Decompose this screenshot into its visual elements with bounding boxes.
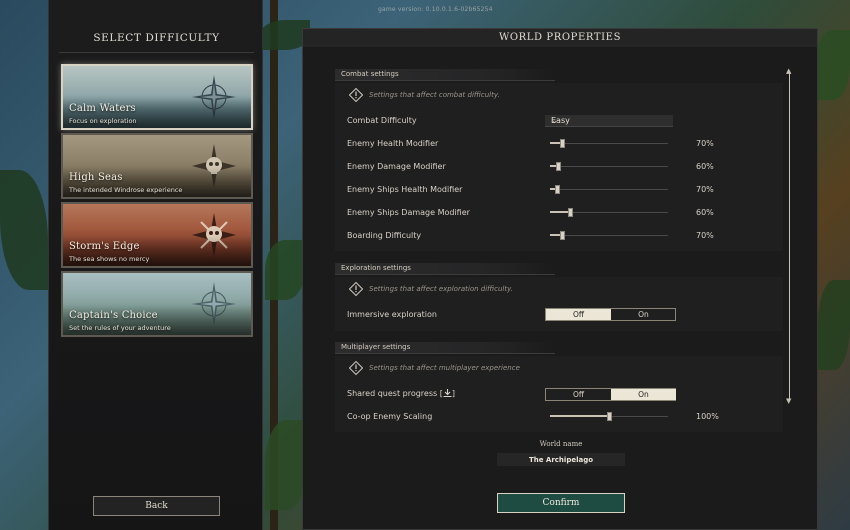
slider-thumb[interactable]	[568, 208, 573, 217]
back-button[interactable]: Back	[93, 496, 220, 516]
title-divider	[59, 52, 254, 53]
slider-thumb[interactable]	[560, 139, 565, 148]
combat-difficulty-label: Combat Difficulty	[347, 116, 417, 125]
slider-label: Enemy Health Modifier	[347, 139, 439, 148]
slider-value: 70%	[696, 185, 714, 194]
shared-quest-label: Shared quest progress [ ]	[347, 389, 455, 398]
section-header-exploration: Exploration settings	[335, 263, 555, 275]
difficulty-card-captains-choice[interactable]: Captain's Choice Set the rules of your a…	[61, 271, 253, 337]
difficulty-panel: SELECT DIFFICULTY Calm Waters Focus on e…	[48, 0, 263, 530]
modifier-slider[interactable]	[550, 185, 668, 195]
slider-thumb[interactable]	[555, 185, 560, 194]
coop-scaling-value: 100%	[696, 412, 719, 421]
card-subtitle: Set the rules of your adventure	[69, 324, 171, 332]
label-suffix: ]	[451, 389, 455, 398]
card-subtitle: The intended Windrose experience	[69, 186, 183, 194]
slider-value: 70%	[696, 139, 714, 148]
note-text: Settings that affect multiplayer experie…	[369, 364, 520, 372]
settings-list: Combat settings Settings that affect com…	[335, 69, 783, 459]
label-text: Shared quest progress [	[347, 389, 443, 398]
slider-track	[550, 143, 668, 144]
slider-fill	[550, 415, 609, 417]
shared-quest-toggle[interactable]: Off On	[545, 388, 676, 401]
card-title: High Seas	[69, 172, 123, 183]
immersive-exploration-label: Immersive exploration	[347, 310, 437, 319]
card-title: Calm Waters	[69, 103, 136, 114]
slider-label: Enemy Damage Modifier	[347, 162, 446, 171]
slider-track	[550, 166, 668, 167]
warning-icon	[349, 282, 363, 296]
note-text: Settings that affect combat difficulty.	[369, 91, 500, 99]
card-subtitle: The sea shows no mercy	[69, 255, 150, 263]
slider-track	[550, 235, 668, 236]
card-title: Captain's Choice	[69, 310, 158, 321]
modifier-slider[interactable]	[550, 162, 668, 172]
slider-thumb[interactable]	[607, 412, 612, 421]
section-title: Multiplayer settings	[341, 343, 411, 351]
scroll-down-icon[interactable]: ▼	[786, 397, 791, 405]
scrollbar-track[interactable]	[789, 73, 790, 399]
slider-track	[550, 189, 668, 190]
scroll-up-icon[interactable]: ▲	[786, 67, 791, 75]
share-download-icon	[443, 389, 452, 397]
game-version-text: game version: 0.10.0.1.6-02b65254	[378, 6, 493, 13]
section-header-combat: Combat settings	[335, 69, 555, 81]
modifier-slider[interactable]	[550, 231, 668, 241]
slider-value: 70%	[696, 231, 714, 240]
difficulty-panel-title: SELECT DIFFICULTY	[93, 32, 220, 44]
note-text: Settings that affect exploration difficu…	[369, 285, 513, 293]
coop-scaling-label: Co-op Enemy Scaling	[347, 412, 433, 421]
toggle-on-option[interactable]: On	[611, 389, 676, 400]
difficulty-card-storms-edge[interactable]: Storm's Edge The sea shows no mercy	[61, 202, 253, 268]
chevron-down-icon: ⌄	[551, 116, 558, 125]
immersive-exploration-toggle[interactable]: Off On	[545, 308, 676, 321]
slider-thumb[interactable]	[556, 162, 561, 171]
difficulty-card-high-seas[interactable]: High Seas The intended Windrose experien…	[61, 133, 253, 199]
modifier-slider[interactable]	[550, 139, 668, 149]
section-title: Combat settings	[341, 70, 399, 78]
modifier-slider[interactable]	[550, 208, 668, 218]
warning-icon	[349, 88, 363, 102]
slider-label: Boarding Difficulty	[347, 231, 422, 240]
world-name-input[interactable]	[497, 453, 625, 466]
difficulty-card-calm-waters[interactable]: Calm Waters Focus on exploration	[61, 64, 253, 130]
slider-label: Enemy Ships Health Modifier	[347, 185, 463, 194]
coop-scaling-slider[interactable]	[550, 412, 668, 422]
card-subtitle: Focus on exploration	[69, 117, 137, 125]
slider-value: 60%	[696, 162, 714, 171]
slider-value: 60%	[696, 208, 714, 217]
combat-difficulty-dropdown[interactable]: Easy ⌄	[545, 115, 673, 127]
section-header-multiplayer: Multiplayer settings	[335, 342, 555, 354]
toggle-off-option[interactable]: Off	[546, 309, 611, 320]
panel-title: WORLD PROPERTIES	[498, 32, 622, 43]
slider-label: Enemy Ships Damage Modifier	[347, 208, 470, 217]
warning-icon	[349, 361, 363, 375]
settings-scrollbar[interactable]: ▲ ▼	[786, 67, 794, 405]
card-title: Storm's Edge	[69, 241, 140, 252]
section-title: Exploration settings	[341, 264, 411, 272]
confirm-button[interactable]: Confirm	[497, 493, 625, 513]
toggle-on-option[interactable]: On	[611, 309, 676, 320]
world-name-label: World name	[539, 440, 583, 448]
slider-thumb[interactable]	[560, 231, 565, 240]
world-properties-panel: WORLD PROPERTIES Combat settings Setting…	[302, 28, 818, 530]
toggle-off-option[interactable]: Off	[546, 389, 611, 400]
slider-fill	[550, 211, 570, 213]
